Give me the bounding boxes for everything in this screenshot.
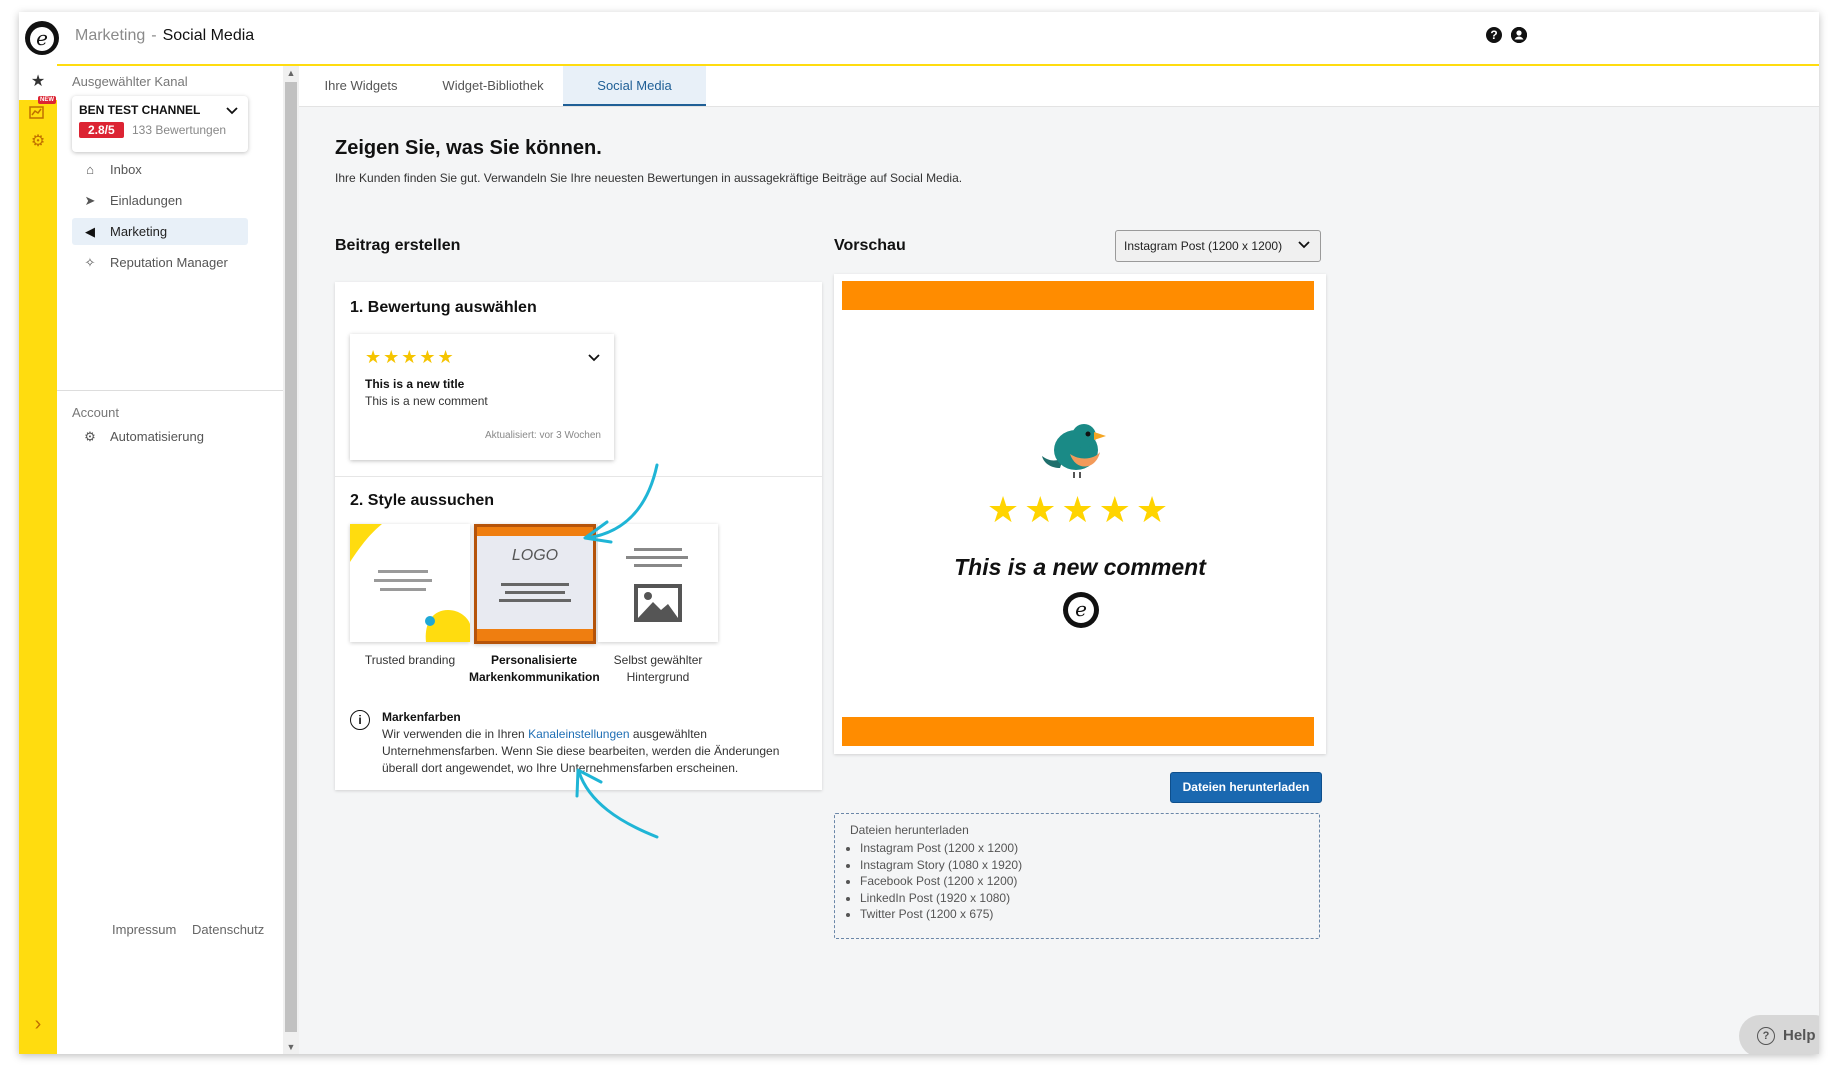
- main-title: Zeigen Sie, was Sie können.: [335, 137, 602, 159]
- sidebar-item-label: Einladungen: [110, 193, 183, 208]
- preview-card: ★★★★★ This is a new comment e: [834, 274, 1326, 754]
- preview-bottom-bar: [842, 717, 1314, 746]
- kanaleinstellungen-link[interactable]: Kanaleinstellungen: [528, 727, 629, 741]
- info-icon: i: [350, 710, 370, 730]
- channel-score-badge: 2.8/5: [79, 122, 124, 138]
- step1-heading: 1. Bewertung auswählen: [350, 299, 537, 316]
- trusted-branding-illustration: [350, 524, 470, 642]
- chevron-down-icon: [588, 350, 600, 365]
- sidebar-item-marketing[interactable]: ◀ Marketing: [72, 218, 248, 245]
- datenschutz-link[interactable]: Datenschutz: [192, 922, 264, 937]
- list-item: Instagram Post (1200 x 1200): [860, 840, 1022, 857]
- impressum-link[interactable]: Impressum: [112, 922, 176, 937]
- sidebar-item-label: Reputation Manager: [110, 255, 228, 270]
- tab-widget-bibliothek[interactable]: Widget-Bibliothek: [423, 66, 563, 106]
- send-icon: ➤: [84, 193, 96, 208]
- sidebar-item-reputation-manager[interactable]: ✧ Reputation Manager: [72, 249, 248, 276]
- review-stars: ★★★★★: [365, 347, 456, 367]
- step2-heading: 2. Style aussuchen: [350, 492, 495, 509]
- megaphone-icon: ◀: [85, 224, 95, 239]
- gear-icon[interactable]: ⚙: [19, 124, 57, 160]
- sidebar-item-label: Automatisierung: [110, 429, 204, 444]
- help-label: Help: [1783, 1027, 1816, 1044]
- tile-logo-text: LOGO: [511, 547, 559, 564]
- channel-selector[interactable]: BEN TEST CHANNEL 2.8/5 133 Bewertungen: [72, 96, 248, 152]
- left-rail: ★ NEW ⚙ ›: [19, 64, 57, 1054]
- robot-icon: ⚙: [84, 429, 96, 444]
- breadcrumb-separator: -: [151, 27, 157, 44]
- new-badge: NEW: [38, 96, 56, 104]
- downloads-title: Dateien herunterladen: [850, 823, 969, 837]
- tab-social-media[interactable]: Social Media: [563, 66, 706, 106]
- chevron-down-icon: [226, 104, 238, 118]
- chevron-down-icon: [1298, 238, 1310, 252]
- style-tile-selbst-gewaehlter-hintergrund[interactable]: [598, 524, 718, 642]
- help-button[interactable]: ? Help: [1739, 1015, 1819, 1054]
- format-select-value: Instagram Post (1200 x 1200): [1124, 239, 1283, 253]
- review-selector[interactable]: ★★★★★ This is a new title This is a new …: [350, 334, 614, 460]
- list-item: Twitter Post (1200 x 675): [860, 906, 1022, 923]
- scroll-up-icon[interactable]: ▲: [283, 66, 299, 80]
- trusted-shops-logo[interactable]: e: [25, 21, 59, 55]
- sidebar-scrollbar[interactable]: ▲ ▼: [283, 66, 299, 1054]
- style-tile-trusted-branding[interactable]: [350, 524, 470, 642]
- page-title: Social Media: [162, 27, 255, 44]
- channel-review-count: 133 Bewertungen: [132, 123, 227, 137]
- card-divider: [335, 476, 822, 477]
- breadcrumb: Marketing - Social Media: [75, 27, 254, 45]
- style-tile-personalisierte-markenkommunikation[interactable]: LOGO: [474, 524, 596, 644]
- review-updated: Aktualisiert: vor 3 Wochen: [485, 430, 601, 441]
- question-icon[interactable]: ?: [1486, 27, 1502, 43]
- list-item: LinkedIn Post (1920 x 1080): [860, 890, 1022, 907]
- preview-stars: ★★★★★: [986, 489, 1174, 530]
- account-label: Account: [72, 405, 119, 420]
- breadcrumb-section[interactable]: Marketing: [75, 27, 145, 44]
- downloads-list: Instagram Post (1200 x 1200) Instagram S…: [850, 840, 1022, 923]
- create-heading: Beitrag erstellen: [335, 237, 461, 254]
- user-icon[interactable]: [1511, 27, 1527, 43]
- image-placeholder-icon: [626, 548, 688, 622]
- list-item: Facebook Post (1200 x 1200): [860, 873, 1022, 890]
- list-item: Instagram Story (1080 x 1920): [860, 857, 1022, 874]
- download-files-button[interactable]: Dateien herunterladen: [1170, 772, 1322, 803]
- info-text: Wir verwenden die in Ihren Kanaleinstell…: [382, 726, 812, 777]
- preview-top-bar: [842, 281, 1314, 310]
- sidebar: Ausgewählter Kanal BEN TEST CHANNEL 2.8/…: [57, 66, 283, 1054]
- sidebar-item-inbox[interactable]: ⌂ Inbox: [72, 156, 248, 183]
- sidebar-item-label: Inbox: [110, 162, 142, 177]
- style-caption: Selbst gewählter Hintergrund: [613, 653, 703, 684]
- review-comment: This is a new comment: [365, 394, 488, 408]
- channel-name: BEN TEST CHANNEL: [79, 103, 201, 117]
- preview-heading: Vorschau: [834, 237, 906, 254]
- sidebar-item-automatisierung[interactable]: ⚙ Automatisierung: [72, 423, 248, 450]
- channel-label: Ausgewählter Kanal: [72, 74, 188, 89]
- format-select[interactable]: Instagram Post (1200 x 1200): [1115, 230, 1321, 262]
- app-window: e Marketing - Social Media ? ★ NEW ⚙ › Aus…: [19, 12, 1819, 1054]
- scroll-down-icon[interactable]: ▼: [283, 1040, 299, 1054]
- sidebar-item-einladungen[interactable]: ➤ Einladungen: [72, 187, 248, 214]
- chevron-right-icon[interactable]: ›: [19, 1006, 57, 1042]
- tab-ihre-widgets[interactable]: Ihre Widgets: [299, 66, 423, 106]
- downloads-list-box: Dateien herunterladen Instagram Post (12…: [834, 813, 1320, 939]
- logo-layout-illustration: [477, 527, 593, 641]
- top-header: e Marketing - Social Media ?: [19, 12, 1819, 66]
- create-post-card: 1. Bewertung auswählen ★★★★★ This is a n…: [335, 282, 822, 790]
- preview-comment: This is a new comment: [954, 554, 1206, 580]
- tab-bar: Ihre Widgets Widget-Bibliothek Social Me…: [299, 66, 1819, 107]
- scrollbar-thumb[interactable]: [285, 82, 297, 1032]
- main-subtitle: Ihre Kunden finden Sie gut. Verwandeln S…: [335, 171, 963, 185]
- sidebar-item-label: Marketing: [110, 224, 168, 239]
- help-circle-icon: ?: [1757, 1027, 1775, 1045]
- sidebar-divider: [57, 390, 283, 391]
- preview-logo: e: [1063, 592, 1099, 628]
- info-text-before: Wir verwenden die in Ihren: [382, 727, 529, 741]
- style-caption: Personalisierte Markenkommunikation: [469, 653, 600, 684]
- sparkle-icon: ✧: [84, 255, 96, 270]
- inbox-icon: ⌂: [86, 162, 94, 177]
- style-caption: Trusted branding: [364, 653, 456, 667]
- review-title: This is a new title: [365, 377, 465, 391]
- bird-icon: [1042, 424, 1106, 478]
- info-title: Markenfarben: [382, 710, 461, 724]
